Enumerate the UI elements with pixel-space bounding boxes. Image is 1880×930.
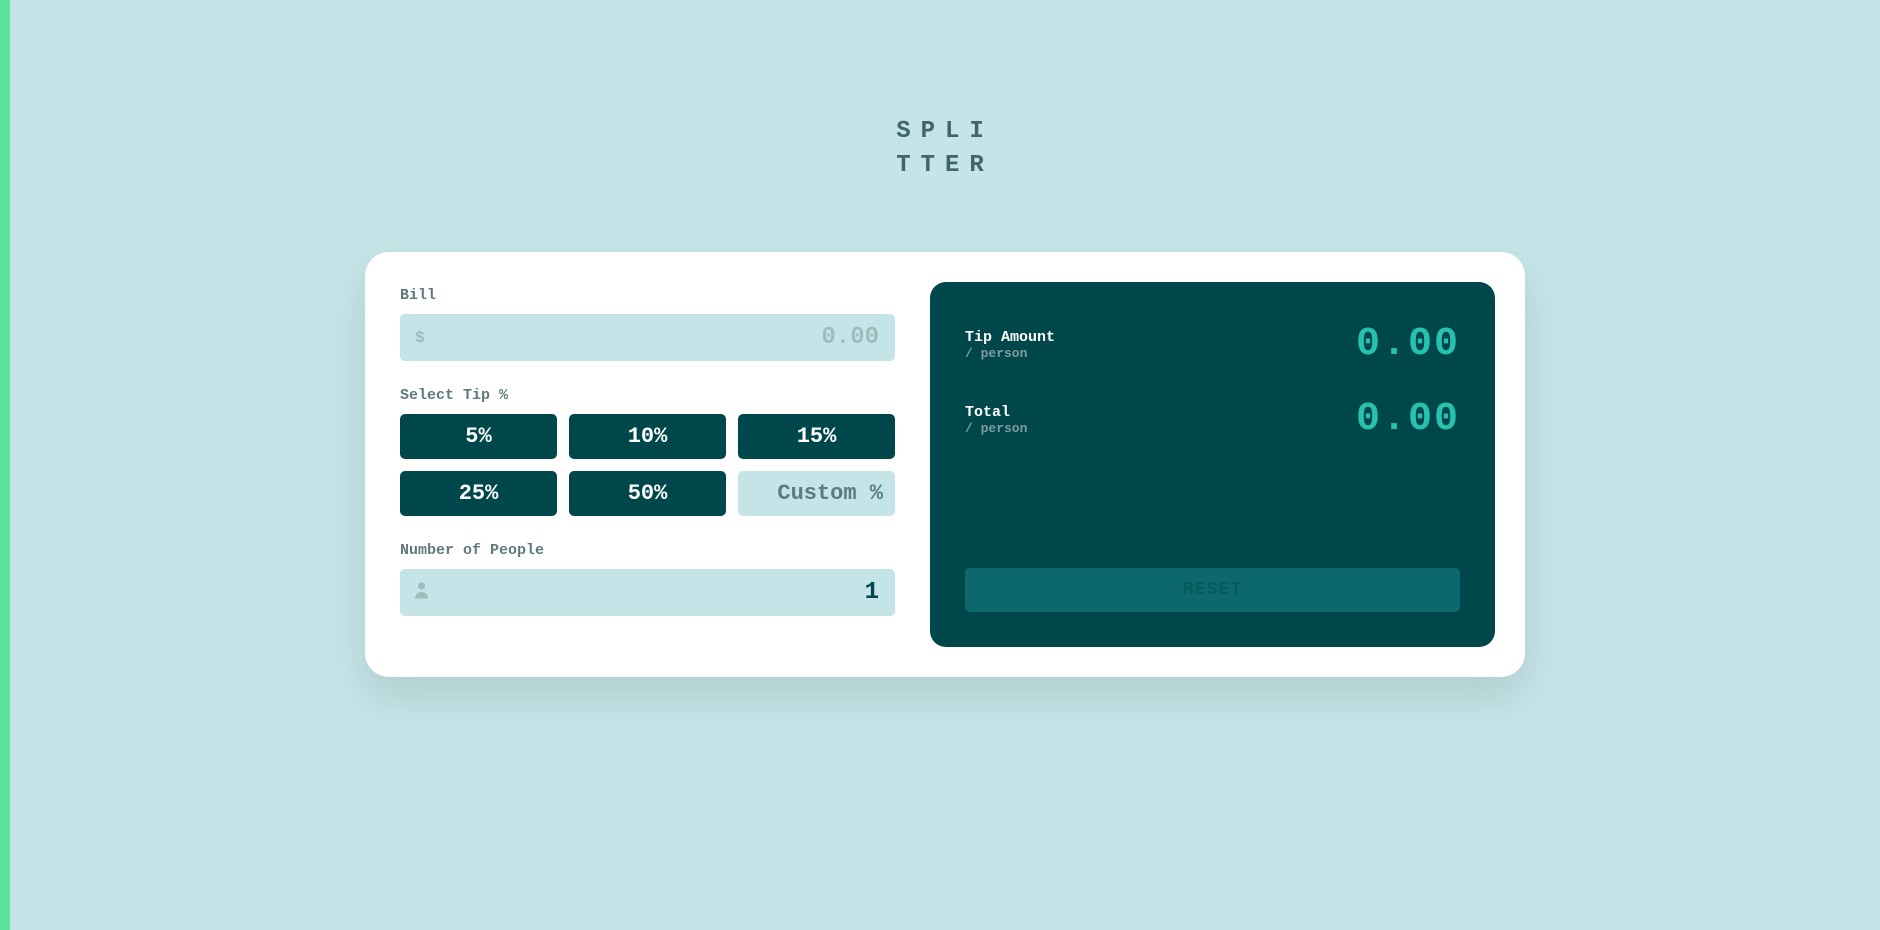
app-logo: SPLI TTER — [896, 115, 994, 182]
tip-amount-sublabel: / person — [965, 346, 1055, 361]
tip-button-10[interactable]: 10% — [569, 414, 726, 459]
tip-amount-value: 0.00 — [1356, 322, 1460, 367]
tip-button-5[interactable]: 5% — [400, 414, 557, 459]
tip-custom-input[interactable] — [738, 471, 895, 516]
tip-amount-labels: Tip Amount / person — [965, 329, 1055, 361]
reset-button[interactable]: RESET — [965, 568, 1460, 612]
tip-button-15[interactable]: 15% — [738, 414, 895, 459]
tip-amount-label: Tip Amount — [965, 329, 1055, 346]
total-sublabel: / person — [965, 421, 1027, 436]
bill-input-wrapper: $ — [400, 314, 895, 361]
tip-button-25[interactable]: 25% — [400, 471, 557, 516]
tip-amount-row: Tip Amount / person 0.00 — [965, 322, 1460, 367]
bill-input[interactable] — [400, 314, 895, 361]
logo-line-2: TTER — [896, 149, 994, 183]
people-input[interactable] — [400, 569, 895, 616]
total-value: 0.00 — [1356, 397, 1460, 442]
people-input-wrapper — [400, 569, 895, 616]
results-panel: Tip Amount / person 0.00 Total / person … — [930, 282, 1495, 647]
total-labels: Total / person — [965, 404, 1027, 436]
calculator-card: Bill $ Select Tip % 5% 10% 15% 25% 50% N… — [365, 252, 1525, 677]
total-label: Total — [965, 404, 1027, 421]
person-icon — [415, 582, 428, 603]
input-panel: Bill $ Select Tip % 5% 10% 15% 25% 50% N… — [395, 282, 900, 647]
people-label: Number of People — [400, 542, 895, 559]
dollar-icon: $ — [415, 329, 425, 347]
tip-button-50[interactable]: 50% — [569, 471, 726, 516]
logo-line-1: SPLI — [896, 115, 994, 149]
bill-label: Bill — [400, 287, 895, 304]
tip-grid: 5% 10% 15% 25% 50% — [400, 414, 895, 516]
tip-label: Select Tip % — [400, 387, 895, 404]
total-row: Total / person 0.00 — [965, 397, 1460, 442]
